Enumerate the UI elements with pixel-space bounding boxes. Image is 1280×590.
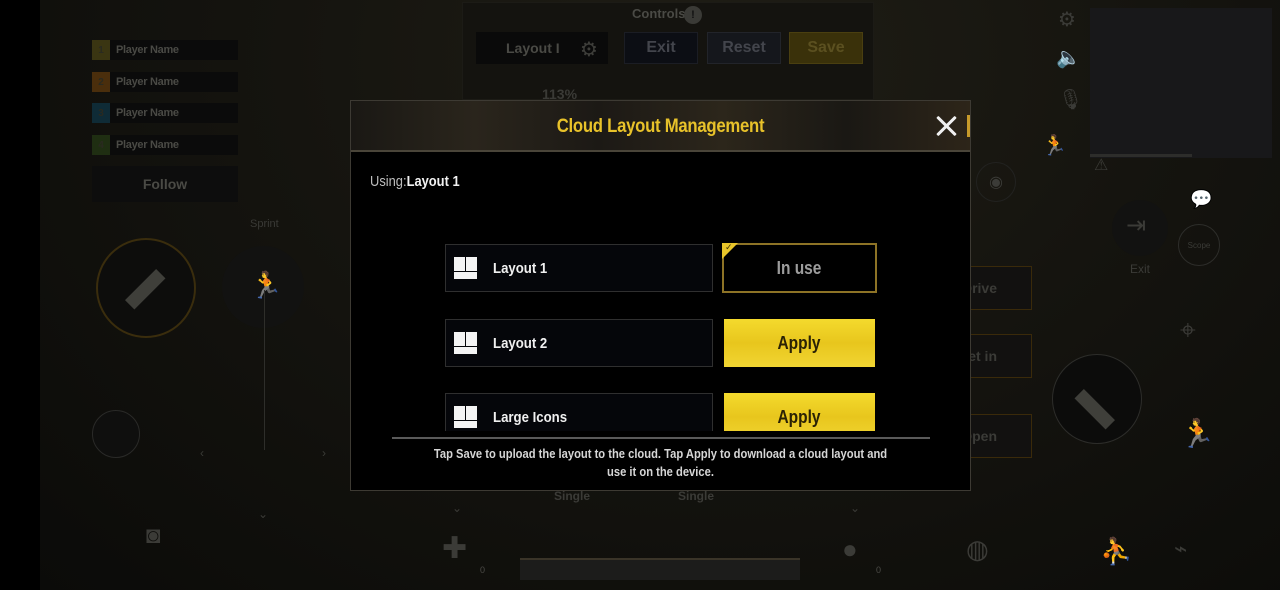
chevron-down-icon: ⌄ (850, 501, 861, 515)
vehicle-exit-label: Exit (1130, 262, 1151, 276)
dialog-title: Cloud Layout Management (556, 116, 765, 137)
divider (392, 437, 930, 439)
weapon-slot-strip (520, 558, 800, 580)
medkit-icon: ✚ (442, 532, 468, 565)
dialog-header: Cloud Layout Management (351, 101, 970, 152)
grenade-count: 0 (876, 565, 882, 575)
layout-name: Layout 1 (493, 259, 548, 277)
chat-icon: 💬 (1190, 189, 1213, 209)
gear-icon: ⚙ (580, 39, 598, 61)
running-man-icon: 🏃 (1042, 135, 1067, 157)
layout-grid-icon (454, 406, 477, 428)
minimap (1090, 8, 1272, 158)
prone-icon: ⌁ (1174, 536, 1188, 561)
in-use-button: ✓ In use (722, 242, 877, 293)
chevron-down-icon: ⌄ (258, 507, 269, 521)
layout-name-field: Large Icons (445, 393, 713, 431)
team-player-row: 2 Player Name (92, 72, 238, 92)
layout-name: Large Icons (493, 408, 568, 426)
layout-row: Layout 1 ✓ In use (445, 242, 877, 293)
chevron-right-icon: › (322, 446, 326, 460)
microphone-icon: 🎙 (1058, 89, 1084, 111)
layout-name-field: Layout 1 (445, 244, 713, 292)
fire-mode-label: Single (554, 489, 591, 503)
layout-row: Layout 2 Apply (445, 319, 877, 367)
chevron-left-icon: ‹ (200, 446, 204, 460)
player-number-badge: 3 (92, 103, 110, 123)
header-accent (967, 115, 970, 137)
sprint-label: Sprint (250, 218, 279, 230)
warning-icon: ⚠ (1094, 157, 1109, 174)
apply-label: Apply (777, 406, 821, 427)
info-icon: ! (684, 6, 702, 24)
follow-button: Follow (92, 166, 238, 202)
gear-icon: ⚙ (1058, 9, 1076, 31)
speaker-icon: 🔈 (1056, 47, 1081, 69)
team-player-row: 3 Player Name (92, 103, 238, 123)
controls-reset-button: Reset (707, 32, 781, 64)
backpack-icon: ◙ (146, 522, 161, 549)
in-use-label: In use (777, 257, 822, 278)
team-player-row: 4 Player Name (92, 135, 238, 155)
crouch-jump-icon: 🏃 (1180, 418, 1215, 449)
crosshair-icon: ⌖ (1180, 314, 1196, 345)
layout-name-field: Layout 2 (445, 319, 713, 367)
player-name: Player Name (116, 76, 179, 88)
medkit-count: 0 (480, 565, 486, 575)
using-value: Layout 1 (406, 173, 460, 190)
apply-button[interactable]: Apply (724, 319, 875, 367)
grenade-icon: ● (842, 534, 858, 564)
joystick-track (264, 290, 265, 450)
eye-icon: ◉ (976, 162, 1016, 202)
player-number-badge: 2 (92, 72, 110, 92)
cloud-layout-dialog: Cloud Layout Management Using:Layout 1 L… (350, 100, 971, 491)
running-man-icon: 🏃 (250, 270, 283, 300)
controls-exit-button: Exit (624, 32, 698, 64)
using-label: Using: (370, 173, 407, 190)
apply-button[interactable]: Apply (724, 393, 875, 431)
player-name: Player Name (116, 107, 179, 119)
crouch-icon: ⛹ (1100, 536, 1133, 566)
player-number-badge: 1 (92, 40, 110, 60)
smoke-grenade-icon: ◍ (966, 534, 989, 564)
layout-row: Large Icons Apply (445, 393, 877, 431)
controls-save-button: Save (789, 32, 863, 64)
fire-mode-label: Single (678, 489, 715, 503)
player-name: Player Name (116, 139, 179, 151)
close-icon[interactable] (934, 113, 960, 139)
layout-name: Layout 2 (493, 334, 548, 352)
checkmark-icon: ✓ (725, 242, 733, 252)
peek-left-button (92, 410, 140, 458)
controls-title: Controls (632, 6, 686, 21)
layout-list[interactable]: Layout 1 ✓ In use Layout 2 Apply Large I… (351, 231, 970, 431)
apply-label: Apply (777, 332, 821, 353)
help-text: Tap Save to upload the layout to the clo… (433, 446, 888, 479)
current-layout-indicator: Using:Layout 1 (370, 173, 460, 190)
layout-grid-icon (454, 257, 477, 279)
team-player-row: 1 Player Name (92, 40, 238, 60)
door-exit-icon: ⇥ (1126, 212, 1147, 239)
player-name: Player Name (116, 44, 179, 56)
player-number-badge: 4 (92, 135, 110, 155)
scope-button: Scope (1178, 224, 1220, 266)
layout-grid-icon (454, 332, 477, 354)
chevron-down-icon: ⌄ (452, 501, 463, 515)
